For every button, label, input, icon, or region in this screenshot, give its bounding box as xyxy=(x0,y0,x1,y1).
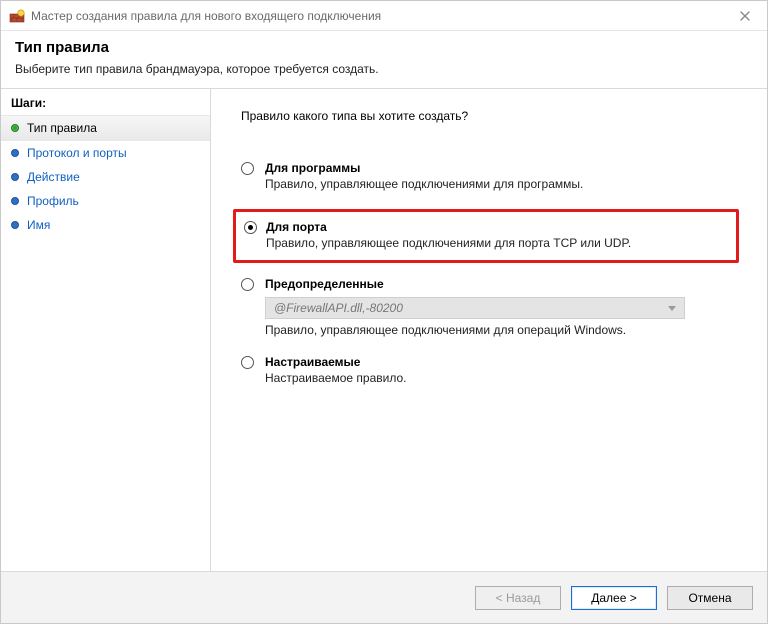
steps-sidebar: Шаги: Тип правила Протокол и порты Дейст… xyxy=(1,89,211,571)
step-bullet-icon xyxy=(11,221,19,229)
step-bullet-icon xyxy=(11,149,19,157)
option-desc: Правило, управляющее подключениями для п… xyxy=(266,236,724,250)
option-title: Для программы xyxy=(265,161,739,175)
option-desc: Настраиваемое правило. xyxy=(265,371,739,385)
option-program[interactable]: Для программы Правило, управляющее подкл… xyxy=(241,161,739,191)
step-name[interactable]: Имя xyxy=(1,213,210,237)
wizard-content: Правило какого типа вы хотите создать? Д… xyxy=(211,89,767,571)
step-rule-type[interactable]: Тип правила xyxy=(1,115,210,141)
option-custom[interactable]: Настраиваемые Настраиваемое правило. xyxy=(241,355,739,385)
titlebar: Мастер создания правила для нового входя… xyxy=(1,1,767,31)
close-icon[interactable] xyxy=(731,5,759,27)
step-label: Имя xyxy=(27,218,50,232)
cancel-button[interactable]: Отмена xyxy=(667,586,753,610)
step-label: Профиль xyxy=(27,194,79,208)
page-subtitle: Выберите тип правила брандмауэра, которо… xyxy=(15,62,753,76)
step-bullet-icon xyxy=(11,124,19,132)
page-title: Тип правила xyxy=(15,39,753,56)
wizard-window: Мастер создания правила для нового входя… xyxy=(0,0,768,624)
step-bullet-icon xyxy=(11,197,19,205)
option-title: Для порта xyxy=(266,220,724,234)
radio-icon[interactable] xyxy=(241,162,254,175)
step-profile[interactable]: Профиль xyxy=(1,189,210,213)
wizard-header: Тип правила Выберите тип правила брандма… xyxy=(1,31,767,89)
steps-heading: Шаги: xyxy=(1,93,210,115)
option-desc: Правило, управляющее подключениями для о… xyxy=(265,323,739,337)
back-button[interactable]: < Назад xyxy=(475,586,561,610)
step-label: Действие xyxy=(27,170,80,184)
radio-icon[interactable] xyxy=(241,278,254,291)
wizard-footer: < Назад Далее > Отмена xyxy=(1,571,767,623)
next-button[interactable]: Далее > xyxy=(571,586,657,610)
radio-icon[interactable] xyxy=(241,356,254,369)
option-title: Настраиваемые xyxy=(265,355,739,369)
step-label: Протокол и порты xyxy=(27,146,127,160)
predefined-select-value: @FirewallAPI.dll,-80200 xyxy=(274,301,403,315)
step-action[interactable]: Действие xyxy=(1,165,210,189)
option-title: Предопределенные xyxy=(265,277,739,291)
option-port[interactable]: Для порта Правило, управляющее подключен… xyxy=(233,209,739,263)
step-protocol-ports[interactable]: Протокол и порты xyxy=(1,141,210,165)
window-title: Мастер создания правила для нового входя… xyxy=(31,9,731,23)
option-predefined[interactable]: Предопределенные @FirewallAPI.dll,-80200… xyxy=(241,277,739,337)
step-bullet-icon xyxy=(11,173,19,181)
predefined-select[interactable]: @FirewallAPI.dll,-80200 xyxy=(265,297,685,319)
firewall-app-icon xyxy=(9,8,25,24)
content-question: Правило какого типа вы хотите создать? xyxy=(241,109,739,123)
radio-icon[interactable] xyxy=(244,221,257,234)
option-desc: Правило, управляющее подключениями для п… xyxy=(265,177,739,191)
wizard-body: Шаги: Тип правила Протокол и порты Дейст… xyxy=(1,89,767,571)
step-label: Тип правила xyxy=(27,121,97,135)
